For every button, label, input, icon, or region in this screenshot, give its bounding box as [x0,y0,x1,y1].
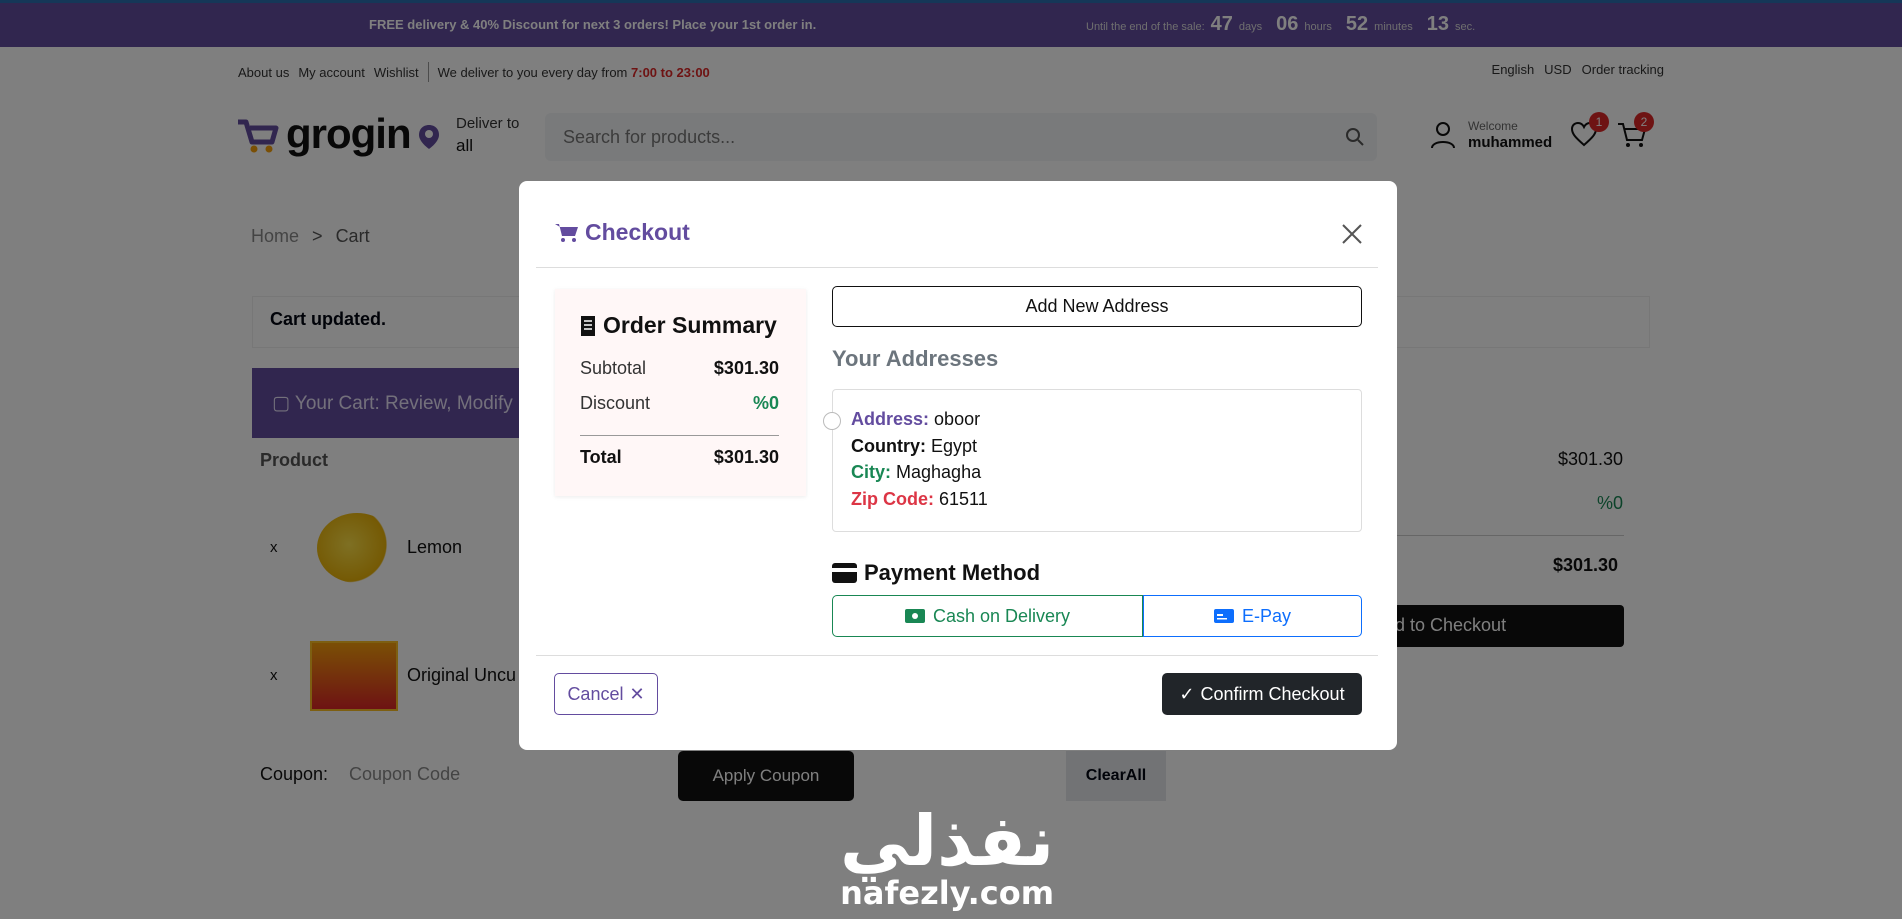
card-icon [1213,609,1234,623]
add-new-address-button[interactable]: Add New Address [832,286,1362,327]
address-line: Address: oboor [851,409,980,430]
your-addresses-heading: Your Addresses [832,346,999,371]
summary-discount-row: Discount %0 [580,393,779,414]
payment-method-title: Payment Method [832,560,1040,586]
close-icon[interactable] [1340,222,1364,246]
discount-value: %0 [752,393,779,413]
address-label: Address: [851,409,930,429]
cancel-button[interactable]: Cancel ✕ [554,673,658,715]
cancel-label: Cancel [567,683,624,704]
summary-total-row: Total $301.30 [580,447,779,468]
watermark-latin: nafezly.com [840,874,1055,912]
e-pay-label: E-Pay [1241,605,1292,626]
country-label: Country: [851,436,926,456]
total-label: Total [580,447,622,467]
discount-label: Discount [580,393,651,413]
zip-line: Zip Code: 61511 [851,489,988,510]
payment-method-title-text: Payment Method [864,560,1041,585]
modal-title-text: Checkout [585,219,690,245]
cash-on-delivery-button[interactable]: Cash on Delivery [832,595,1143,637]
money-icon [904,609,925,623]
check-icon: ✓ [1179,683,1195,704]
divider [580,435,779,436]
subtotal-label: Subtotal [580,358,647,378]
zip-label: Zip Code: [851,489,934,509]
address-value: oboor [934,409,981,429]
payment-method-group: Cash on Delivery E-Pay [832,595,1362,637]
e-pay-button[interactable]: E-Pay [1143,595,1362,637]
receipt-icon [581,315,595,336]
country-value: Egypt [931,436,978,456]
close-icon: ✕ [629,683,645,704]
confirm-checkout-button[interactable]: ✓ Confirm Checkout [1162,673,1362,715]
order-summary-title: Order Summary [580,312,777,339]
cart-icon [555,223,578,242]
address-radio[interactable] [823,412,841,430]
divider [536,655,1378,656]
city-line: City: Maghagha [851,462,981,483]
modal-title: Checkout [555,219,690,246]
watermark: نفذلي nafezly.com [840,806,1054,912]
cash-on-delivery-label: Cash on Delivery [932,605,1071,626]
zip-value: 61511 [939,489,988,509]
country-line: Country: Egypt [851,436,977,457]
summary-subtotal-row: Subtotal $301.30 [580,358,779,379]
confirm-checkout-label: Confirm Checkout [1200,683,1345,704]
watermark-arabic: نفذلي [840,800,1055,882]
total-value: $301.30 [713,447,779,467]
subtotal-value: $301.30 [713,358,779,378]
city-label: City: [851,462,891,482]
divider [536,267,1378,268]
order-summary-title-text: Order Summary [603,312,777,338]
city-value: Maghagha [896,462,982,482]
credit-card-icon [832,563,857,583]
